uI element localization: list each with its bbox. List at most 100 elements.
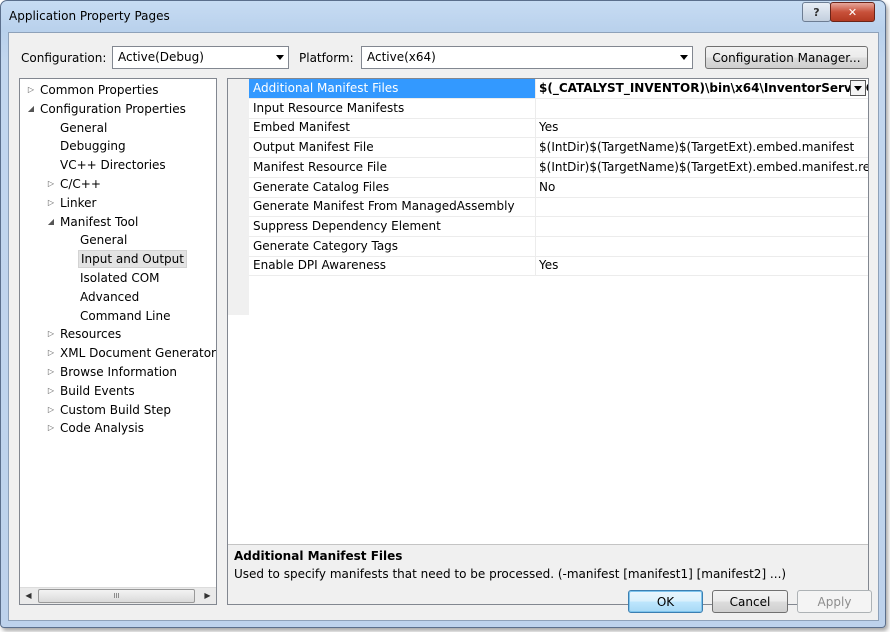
tree-item-label: General — [60, 120, 108, 135]
property-row[interactable]: Generate Category Tags — [249, 236, 868, 257]
tree-item-label: Debugging — [60, 139, 126, 154]
tree-item[interactable]: ▷ Resources — [20, 325, 216, 343]
tree-item-label: C/C++ — [60, 177, 101, 191]
tree-item[interactable]: ▷ Linker — [20, 194, 216, 212]
property-value[interactable] — [536, 197, 868, 216]
apply-button[interactable]: Apply — [797, 590, 872, 613]
property-value[interactable]: Yes — [536, 118, 868, 137]
configuration-label: Configuration: — [21, 51, 107, 65]
tree-item-label: Isolated COM — [80, 271, 160, 285]
value-dropdown-button[interactable] — [850, 80, 866, 96]
dialog-client-area: Configuration: Active(Debug) Platform: A… — [8, 32, 879, 621]
tree-item[interactable]: ◢ Configuration Properties — [20, 100, 216, 118]
close-button[interactable]: ✕ — [830, 2, 875, 22]
collapsed-triangle-icon[interactable]: ▷ — [26, 81, 36, 99]
tree-item-label: Resources — [60, 327, 122, 342]
tree-item-label: XML Document Generator — [60, 346, 216, 361]
tree-item-label: Custom Build Step — [60, 402, 172, 417]
apply-label: Apply — [817, 594, 852, 609]
tree-item-label: Browse Information — [60, 365, 177, 379]
property-row[interactable]: Output Manifest File $(IntDir)$(TargetNam… — [249, 138, 868, 159]
property-value[interactable]: $(IntDir)$(TargetName)$(TargetExt).embed… — [536, 158, 868, 177]
tree-item[interactable]: ▷ C/C++ — [20, 175, 216, 193]
cancel-label: Cancel — [729, 594, 771, 609]
scroll-thumb[interactable]: III — [38, 589, 195, 603]
tree-item[interactable]: Advanced — [20, 288, 216, 306]
collapsed-triangle-icon[interactable]: ▷ — [46, 419, 56, 437]
collapsed-triangle-icon[interactable]: ▷ — [46, 382, 56, 400]
collapsed-triangle-icon[interactable]: ▷ — [46, 175, 56, 193]
property-value[interactable]: $(IntDir)$(TargetName)$(TargetExt).embed… — [536, 138, 868, 157]
property-name: Generate Catalog Files — [249, 177, 536, 197]
property-name: Suppress Dependency Element — [249, 216, 536, 236]
ok-button[interactable]: OK — [628, 590, 703, 613]
help-icon: ? — [813, 5, 820, 19]
configuration-manager-button[interactable]: Configuration Manager... — [705, 46, 868, 69]
window-title: Application Property Pages — [9, 9, 170, 23]
collapsed-triangle-icon[interactable]: ▷ — [46, 194, 56, 212]
help-button[interactable]: ? — [802, 2, 831, 22]
property-value[interactable]: Yes — [536, 256, 868, 275]
property-value[interactable] — [536, 237, 868, 256]
property-value[interactable] — [536, 99, 868, 118]
tree-item[interactable]: ▷ Custom Build Step — [20, 401, 216, 419]
scroll-left-icon[interactable]: ◀ — [20, 588, 37, 604]
property-name: Enable DPI Awareness — [249, 256, 536, 276]
title-bar[interactable]: Application Property Pages ? ✕ — [1, 1, 885, 31]
collapsed-triangle-icon[interactable]: ▷ — [46, 344, 56, 362]
property-row[interactable]: Generate Manifest From ManagedAssembly — [249, 197, 868, 218]
tree-item[interactable]: Command Line — [20, 307, 216, 325]
collapsed-triangle-icon[interactable]: ▷ — [46, 325, 56, 343]
tree-item[interactable]: Debugging — [20, 137, 216, 155]
property-row[interactable]: Additional Manifest Files $(_CATALYST_INV… — [249, 79, 868, 99]
configuration-manager-label: Configuration Manager... — [712, 50, 861, 65]
property-grid: Additional Manifest Files $(_CATALYST_INV… — [227, 78, 869, 605]
tree-item[interactable]: ▷ Browse Information — [20, 363, 216, 381]
tree-item-label: Advanced — [80, 289, 140, 304]
expanded-triangle-icon[interactable]: ◢ — [46, 213, 56, 231]
tree-item[interactable]: ▷ XML Document Generator — [20, 344, 216, 362]
property-row[interactable]: Enable DPI Awareness Yes — [249, 256, 868, 277]
platform-label: Platform: — [299, 51, 354, 65]
collapsed-triangle-icon[interactable]: ▷ — [46, 363, 56, 381]
property-value[interactable]: No — [536, 178, 868, 197]
tree-item-label: General — [80, 233, 128, 248]
property-name: Generate Manifest From ManagedAssembly — [249, 197, 536, 217]
property-name: Generate Category Tags — [249, 236, 536, 256]
property-row[interactable]: Input Resource Manifests — [249, 98, 868, 119]
tree-item-label: Configuration Properties — [40, 101, 186, 116]
chevron-down-icon — [276, 55, 284, 60]
property-row[interactable]: Embed Manifest Yes — [249, 118, 868, 139]
property-name: Input Resource Manifests — [249, 98, 536, 118]
tree-item[interactable]: ▷ Build Events — [20, 382, 216, 400]
tree-item-label: Common Properties — [40, 83, 159, 97]
platform-dropdown[interactable]: Active(x64) — [361, 46, 693, 69]
tree-item[interactable]: ▷ Code Analysis — [20, 419, 216, 437]
property-row[interactable]: Suppress Dependency Element — [249, 216, 868, 237]
property-row[interactable]: Generate Catalog Files No — [249, 177, 868, 198]
expanded-triangle-icon[interactable]: ◢ — [26, 100, 36, 118]
tree-item[interactable]: Input and Output — [20, 250, 216, 269]
scroll-right-icon[interactable]: ▶ — [199, 588, 216, 604]
tree-item[interactable]: ◢ Manifest Tool — [20, 213, 216, 231]
tree-item[interactable]: General — [20, 119, 216, 137]
description-title: Additional Manifest Files — [234, 549, 403, 563]
property-value[interactable]: $(_CATALYST_INVENTOR)\bin\x64\InventorSe… — [536, 79, 868, 98]
tree-item[interactable]: Isolated COM — [20, 269, 216, 287]
configuration-value: Active(Debug) — [118, 50, 204, 64]
property-pages-window: Application Property Pages ? ✕ Configura… — [0, 0, 886, 628]
tree-horizontal-scrollbar[interactable]: ◀ III ▶ — [20, 587, 216, 604]
cancel-button[interactable]: Cancel — [712, 590, 788, 613]
tree-item-label: Command Line — [80, 308, 171, 323]
configuration-dropdown[interactable]: Active(Debug) — [112, 46, 289, 69]
tree-item[interactable]: ▷ Common Properties — [20, 81, 216, 99]
property-tree[interactable]: ▷ Common Properties ◢ Configuration Propert… — [19, 78, 217, 605]
property-row[interactable]: Manifest Resource File $(IntDir)$(TargetN… — [249, 157, 868, 178]
property-name: Manifest Resource File — [249, 157, 536, 177]
collapsed-triangle-icon[interactable]: ▷ — [46, 401, 56, 419]
description-text: Used to specify manifests that need to b… — [234, 567, 787, 581]
tree-item[interactable]: VC++ Directories — [20, 156, 216, 174]
tree-item-label: Linker — [60, 195, 97, 210]
tree-item[interactable]: General — [20, 231, 216, 249]
property-value[interactable] — [536, 217, 868, 236]
